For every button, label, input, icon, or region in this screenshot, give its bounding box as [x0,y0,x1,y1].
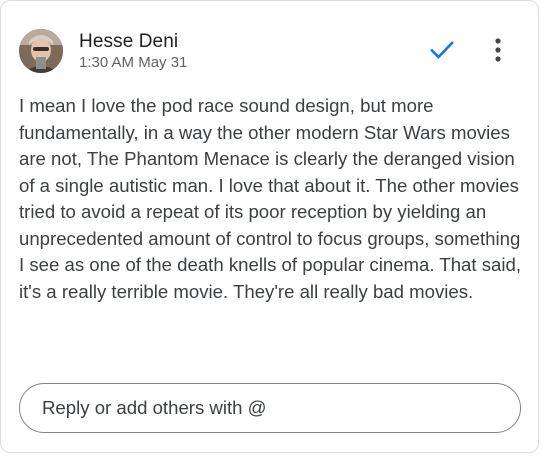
reply-placeholder: Reply or add others with @ [42,397,267,418]
avatar[interactable] [19,29,63,73]
more-options-button[interactable] [484,34,512,66]
more-vert-icon [495,38,501,62]
comment-body: I mean I love the pod race sound design,… [19,95,522,302]
comment-card: Hesse Deni 1:30 AM May 31 I mean I love … [0,0,539,453]
comment-timestamp: 1:30 AM May 31 [79,54,188,71]
reply-input[interactable]: Reply or add others with @ [19,383,521,433]
comment-author: Hesse Deni [79,31,179,52]
resolve-button[interactable] [426,35,458,65]
checkmark-icon [430,41,454,59]
avatar-image [19,29,63,73]
